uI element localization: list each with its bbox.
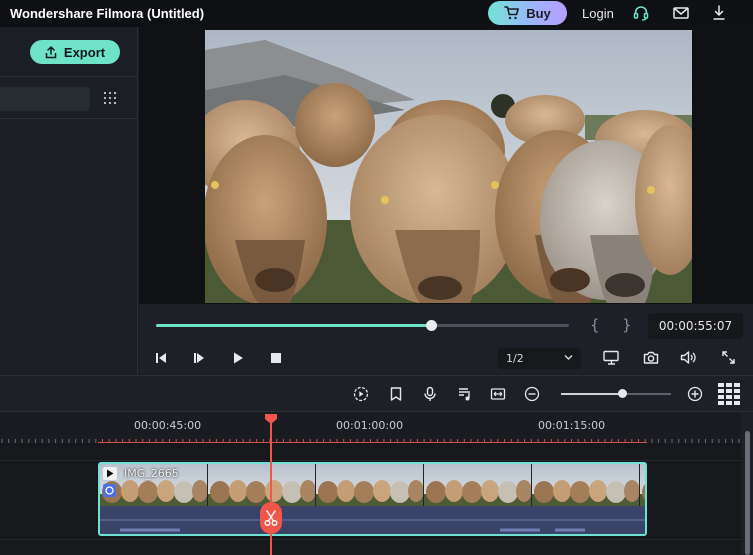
media-panel: Export [0, 27, 138, 374]
video-preview[interactable] [205, 30, 692, 303]
grid-icon[interactable] [103, 91, 117, 105]
track-separator [0, 460, 741, 461]
mail-icon[interactable] [672, 4, 690, 22]
timecode-display: 00:00:55:07 [648, 313, 743, 339]
cart-icon [504, 6, 520, 20]
zoom-in-icon[interactable] [687, 386, 703, 402]
voiceover-icon[interactable] [422, 386, 438, 402]
playhead-handle[interactable] [264, 413, 278, 425]
volume-icon[interactable] [680, 350, 696, 365]
video-clip-icon [103, 467, 117, 480]
step-back-icon[interactable] [154, 351, 168, 365]
clip-name: IMG_2665 [124, 467, 179, 480]
grid-view-icon[interactable] [717, 382, 741, 406]
mark-in-button[interactable]: { [590, 316, 600, 334]
zoom-out-icon[interactable] [524, 386, 540, 402]
divider [0, 118, 138, 119]
timeline-tracks: IMG_2665 [0, 443, 741, 555]
scrollbar-thumb[interactable] [745, 431, 750, 555]
ruler-label: 00:01:00:00 [336, 419, 404, 432]
fit-icon[interactable] [490, 386, 506, 402]
ruler-label: 00:00:45:00 [134, 419, 202, 432]
headset-icon[interactable] [632, 4, 650, 22]
track-separator [0, 539, 741, 540]
playback-controls: { } 00:00:55:07 1/2 [139, 304, 753, 374]
progress-handle[interactable] [425, 320, 437, 331]
preview-zoom-value: 1/2 [506, 352, 524, 365]
buy-label: Buy [526, 5, 551, 21]
playhead[interactable] [270, 421, 272, 555]
timeline-scrollbar[interactable] [741, 413, 753, 555]
zoom-handle[interactable] [617, 389, 627, 398]
zoom-fill [561, 393, 622, 395]
effect-icon [103, 484, 116, 497]
clip-audio-waveform [100, 506, 645, 534]
ruler-label: 00:01:15:00 [538, 419, 606, 432]
render-preview-icon[interactable] [353, 386, 369, 402]
playback-progress-bar[interactable] [156, 320, 569, 331]
split-button[interactable] [260, 502, 282, 534]
mark-out-button[interactable]: } [622, 316, 632, 334]
timeline-zoom-slider[interactable] [561, 389, 671, 398]
export-button[interactable]: Export [30, 40, 120, 64]
preview-window [139, 27, 753, 304]
timeline-ruler[interactable]: 00:00:45:00 00:01:00:00 00:01:15:00 [0, 413, 741, 443]
search-input[interactable] [0, 87, 90, 111]
title-bar: Wondershare Filmora (Untitled) Buy Login [0, 0, 753, 27]
buy-button[interactable]: Buy [488, 1, 567, 25]
app-title: Wondershare Filmora (Untitled) [10, 6, 205, 21]
scissors-icon [264, 510, 278, 526]
monitor-icon[interactable] [603, 350, 620, 365]
chevron-down-icon [564, 355, 573, 360]
timeline-toolbar [0, 375, 753, 412]
video-clip[interactable]: IMG_2665 [98, 462, 647, 536]
login-link[interactable]: Login [582, 6, 614, 21]
export-label: Export [63, 44, 106, 60]
stop-icon[interactable] [269, 351, 283, 365]
progress-fill [156, 324, 431, 327]
step-forward-icon[interactable] [192, 351, 206, 365]
clip-thumbnails [100, 464, 645, 506]
video-frame-image [205, 30, 692, 303]
audio-mixer-icon[interactable] [457, 386, 473, 402]
fullscreen-icon[interactable] [721, 350, 736, 365]
download-icon[interactable] [710, 4, 728, 22]
divider [0, 76, 138, 77]
preview-zoom-select[interactable]: 1/2 [498, 348, 581, 369]
snapshot-icon[interactable] [643, 350, 659, 365]
waveform [100, 519, 645, 532]
marker-icon[interactable] [388, 386, 404, 402]
play-icon[interactable] [231, 351, 245, 365]
export-icon [45, 45, 57, 58]
